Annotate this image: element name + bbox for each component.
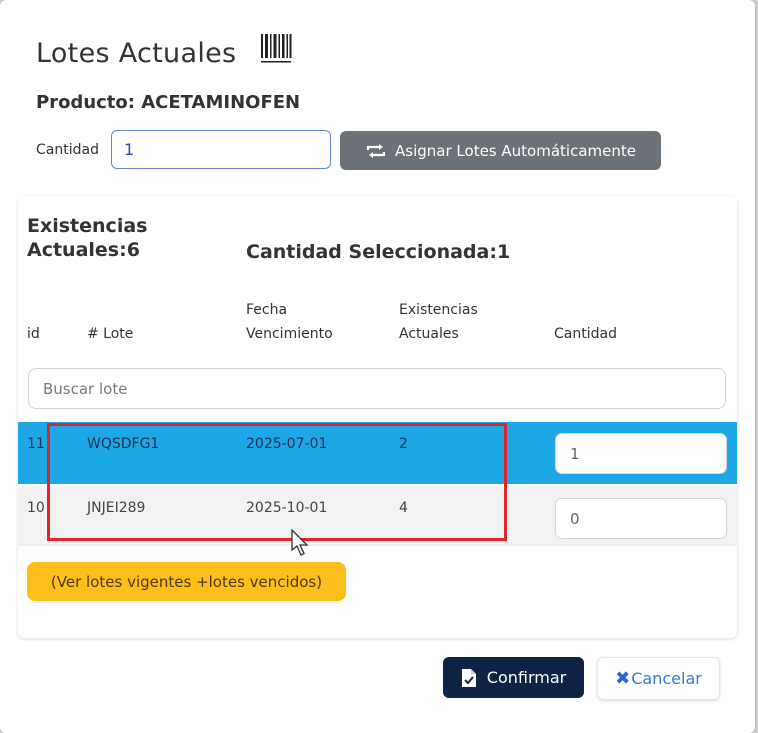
table-row[interactable]: 10 JNJEI289 2025-10-01 4 xyxy=(18,486,737,546)
x-icon: ✖ xyxy=(615,668,631,689)
header-existencias-line1: Existencias xyxy=(399,302,478,318)
header-fecha-line1: Fecha xyxy=(246,302,288,318)
modal-header: Lotes Actuales xyxy=(36,33,292,69)
table-row[interactable]: 11 WQSDFG1 2025-07-01 2 xyxy=(18,422,737,484)
product-label: Producto: ACETAMINOFEN xyxy=(36,92,301,113)
cancel-button[interactable]: ✖ Cancelar xyxy=(597,657,720,700)
confirm-button[interactable]: Confirmar xyxy=(443,657,584,698)
cell-id: 10 xyxy=(27,500,45,516)
view-lots-button[interactable]: (Ver lotes vigentes +lotes vencidos) xyxy=(27,562,346,601)
cell-lote: WQSDFG1 xyxy=(87,436,160,452)
confirm-label: Confirmar xyxy=(486,668,567,687)
header-existencias: Existencias Actuales xyxy=(399,298,478,346)
quantity-label: Cantidad xyxy=(36,142,99,158)
selected-summary: Cantidad Seleccionada:1 xyxy=(246,241,511,263)
quantity-input[interactable] xyxy=(111,130,331,169)
modal-title: Lotes Actuales xyxy=(36,38,237,69)
document-check-icon xyxy=(461,668,476,687)
cell-lote: JNJEI289 xyxy=(87,500,146,516)
row-quantity-input[interactable] xyxy=(555,498,727,539)
cell-existencias: 2 xyxy=(399,436,408,452)
auto-assign-button[interactable]: Asignar Lotes Automáticamente xyxy=(340,131,661,170)
lotes-modal: Lotes Actuales Producto: ACETAMINOFEN Ca… xyxy=(0,0,755,733)
barcode-icon xyxy=(260,33,292,68)
header-existencias-line2: Actuales xyxy=(399,326,459,342)
header-cantidad: Cantidad xyxy=(554,326,617,342)
repeat-icon xyxy=(366,143,386,158)
view-lots-label: (Ver lotes vigentes +lotes vencidos) xyxy=(50,572,323,591)
header-fecha-line2: Vencimiento xyxy=(246,326,333,342)
stock-summary: Existencias Actuales:6 xyxy=(27,215,148,261)
row-quantity-input[interactable] xyxy=(555,433,727,474)
cell-fecha: 2025-10-01 xyxy=(246,500,328,516)
cell-fecha: 2025-07-01 xyxy=(246,436,328,452)
header-id: id xyxy=(27,326,40,342)
cancel-label: Cancelar xyxy=(631,669,702,688)
header-fecha: Fecha Vencimiento xyxy=(246,298,333,346)
auto-assign-label: Asignar Lotes Automáticamente xyxy=(395,141,636,160)
cell-id: 11 xyxy=(27,436,45,452)
mouse-cursor-icon xyxy=(291,529,309,556)
search-lot-input[interactable] xyxy=(28,368,726,409)
cell-existencias: 4 xyxy=(399,500,408,516)
header-lote: # Lote xyxy=(87,326,134,342)
